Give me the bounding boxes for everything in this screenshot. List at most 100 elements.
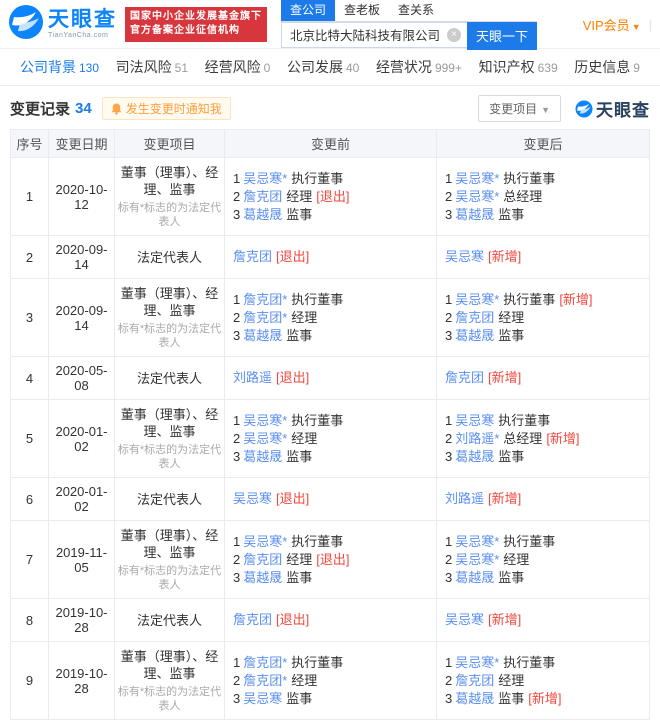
person-link[interactable]: 葛越晟 xyxy=(455,207,494,222)
person-link[interactable]: 詹克团 xyxy=(233,612,272,627)
line-number: 3 xyxy=(445,449,452,464)
person-line: 詹克团[退出] xyxy=(233,248,428,266)
person-link[interactable]: 詹克团 xyxy=(445,370,484,385)
person-link[interactable]: 詹克团 xyxy=(455,310,494,325)
person-link[interactable]: 吴忌寒 xyxy=(233,491,272,506)
line-number: 1 xyxy=(233,655,240,670)
change-item-cell: 董事（理事）、经理、监事标有*标志的为法定代表人 xyxy=(115,158,225,236)
nav-tab-4[interactable]: 经营状况999+ xyxy=(376,57,462,77)
nav-tab-6[interactable]: 历史信息9 xyxy=(574,57,640,77)
person-link[interactable]: 詹克团 xyxy=(233,249,272,264)
nav-tab-0[interactable]: 公司背景130 xyxy=(20,57,99,77)
line-number: 3 xyxy=(445,328,452,343)
search-tab-2[interactable]: 查关系 xyxy=(389,0,443,21)
person-role: 执行董事 xyxy=(291,534,343,549)
person-role: 监事 xyxy=(286,570,312,585)
person-link[interactable]: 葛越晟 xyxy=(455,570,494,585)
section-title: 变更记录 xyxy=(10,98,70,119)
person-link[interactable]: 葛越晟 xyxy=(243,449,282,464)
tianyancha-logo[interactable]: 天眼查 TianYanCha.com xyxy=(8,4,117,45)
person-role: 执行董事 xyxy=(503,171,555,186)
tianyancha-swoosh-icon xyxy=(8,4,44,45)
person-role: 经理 xyxy=(503,552,529,567)
person-link[interactable]: 詹克团* xyxy=(243,310,287,325)
nav-tab-5[interactable]: 知识产权639 xyxy=(479,57,558,77)
change-item-title: 法定代表人 xyxy=(117,249,222,266)
person-link[interactable]: 吴忌寒* xyxy=(455,189,499,204)
search-tab-0[interactable]: 查公司 xyxy=(281,0,335,21)
person-link[interactable]: 吴忌寒 xyxy=(445,249,484,264)
person-link[interactable]: 吴忌寒* xyxy=(455,171,499,186)
change-date-cell: 2020-09-14 xyxy=(49,279,115,357)
table-row: 22020-09-14法定代表人詹克团[退出]吴忌寒[新增] xyxy=(11,236,650,279)
person-line: 吴忌寒[新增] xyxy=(445,248,641,266)
person-line: 3葛越晟监事 xyxy=(233,569,428,587)
after-change-cell: 1吴忌寒*执行董事[新增]2詹克团经理3葛越晟监事 xyxy=(437,279,650,357)
notify-label: 发生变更时通知我 xyxy=(126,100,222,117)
person-line: 1吴忌寒*执行董事 xyxy=(233,170,428,188)
person-link[interactable]: 葛越晟 xyxy=(455,449,494,464)
nav-tab-3[interactable]: 公司发展40 xyxy=(287,57,359,77)
watermark-text: 天眼查 xyxy=(596,96,650,121)
nav-tab-label: 经营风险 xyxy=(205,59,261,75)
person-role: 经理 xyxy=(498,310,524,325)
person-link[interactable]: 吴忌寒* xyxy=(455,534,499,549)
after-change-cell: 刘路遥[新增] xyxy=(437,478,650,521)
certification-badge: 国家中小企业发展基金旗下 官方备案企业征信机构 xyxy=(125,7,267,42)
logo-title: 天眼查 xyxy=(48,9,117,30)
legal-rep-note: 标有*标志的为法定代表人 xyxy=(117,685,222,713)
search-button[interactable]: 天眼一下 xyxy=(467,22,537,50)
person-link[interactable]: 詹克团 xyxy=(243,552,282,567)
person-role: 执行董事 xyxy=(291,171,343,186)
column-header: 变更前 xyxy=(225,130,437,158)
clear-search-icon[interactable]: × xyxy=(447,28,461,42)
table-row: 82019-10-28法定代表人詹克团[退出]吴忌寒[新增] xyxy=(11,599,650,642)
person-link[interactable]: 葛越晟 xyxy=(243,570,282,585)
search-input[interactable] xyxy=(281,22,467,48)
person-link[interactable]: 吴忌寒* xyxy=(243,431,287,446)
chevron-down-icon: ▼ xyxy=(632,22,641,32)
change-item-filter-dropdown[interactable]: 变更项目▼ xyxy=(478,95,561,122)
nav-tab-2[interactable]: 经营风险0 xyxy=(205,57,271,77)
nav-tab-label: 知识产权 xyxy=(479,59,535,75)
vip-member-link[interactable]: VIP会员▼ xyxy=(583,15,641,34)
person-link[interactable]: 詹克团* xyxy=(243,673,287,688)
nav-tab-1[interactable]: 司法风险51 xyxy=(116,57,188,77)
person-link[interactable]: 詹克团 xyxy=(243,189,282,204)
person-link[interactable]: 葛越晟 xyxy=(243,328,282,343)
person-link[interactable]: 吴忌寒 xyxy=(455,413,494,428)
person-link[interactable]: 吴忌寒* xyxy=(455,655,499,670)
notify-on-change-button[interactable]: 发生变更时通知我 xyxy=(102,97,231,120)
person-link[interactable]: 吴忌寒 xyxy=(243,691,282,706)
change-tag: [退出] xyxy=(316,552,349,567)
line-number: 3 xyxy=(445,570,452,585)
person-link[interactable]: 吴忌寒 xyxy=(445,612,484,627)
change-date-cell: 2020-10-12 xyxy=(49,158,115,236)
person-link[interactable]: 吴忌寒* xyxy=(455,292,499,307)
person-link[interactable]: 詹克团* xyxy=(243,292,287,307)
row-index-cell: 3 xyxy=(11,279,49,357)
person-role: 监事 xyxy=(286,328,312,343)
search-tab-1[interactable]: 查老板 xyxy=(335,0,389,21)
before-change-cell: 1吴忌寒*执行董事2詹克团经理[退出]3葛越晟监事 xyxy=(225,158,437,236)
person-link[interactable]: 詹克团 xyxy=(455,673,494,688)
person-link[interactable]: 刘路遥 xyxy=(445,491,484,506)
person-link[interactable]: 葛越晟 xyxy=(243,207,282,222)
person-link[interactable]: 吴忌寒* xyxy=(243,413,287,428)
person-line: 1詹克团*执行董事 xyxy=(233,654,428,672)
nav-tab-count: 130 xyxy=(79,61,99,75)
person-link[interactable]: 吴忌寒* xyxy=(243,534,287,549)
person-link[interactable]: 葛越晟 xyxy=(455,328,494,343)
person-link[interactable]: 吴忌寒* xyxy=(243,171,287,186)
before-change-cell: 詹克团[退出] xyxy=(225,236,437,279)
person-line: 2詹克团*经理 xyxy=(233,672,428,690)
person-link[interactable]: 詹克团* xyxy=(243,655,287,670)
after-change-cell: 吴忌寒[新增] xyxy=(437,236,650,279)
person-link[interactable]: 葛越晟 xyxy=(455,691,494,706)
after-change-cell: 吴忌寒[新增] xyxy=(437,599,650,642)
person-link[interactable]: 吴忌寒* xyxy=(455,552,499,567)
person-link[interactable]: 刘路遥* xyxy=(455,431,499,446)
line-number: 1 xyxy=(233,534,240,549)
person-link[interactable]: 刘路遥 xyxy=(233,370,272,385)
before-change-cell: 刘路遥[退出] xyxy=(225,357,437,400)
